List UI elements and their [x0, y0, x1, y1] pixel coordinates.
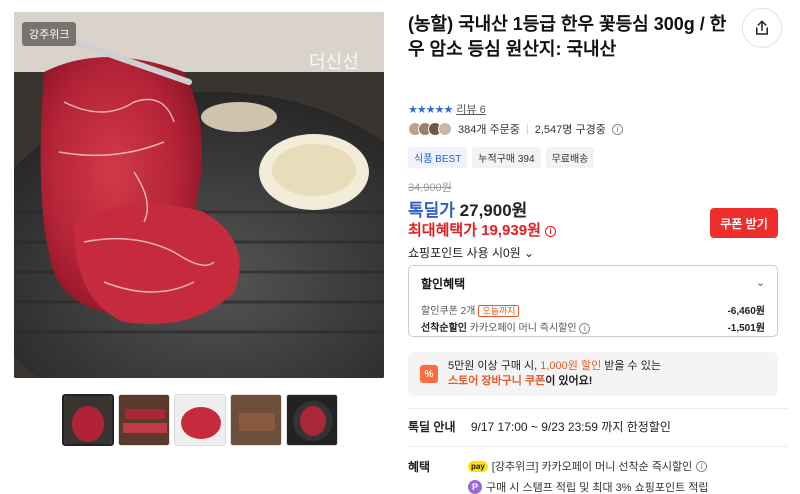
info-icon[interactable]: i	[611, 123, 623, 135]
coupon-button[interactable]: 쿠폰 받기	[710, 208, 778, 238]
benefit-label: 혜택	[408, 460, 431, 474]
rating-row: ★★★★★ 리뷰 6	[408, 101, 486, 117]
viewer-count: 2,547명 구경중	[534, 124, 606, 136]
benefit-kakaopay-text: [강추위크] 카카오페이 머니 선착순 즉시할인	[491, 461, 693, 473]
today-only-tag: 오늘까지	[478, 305, 520, 317]
deal-info-row: 톡딜 안내 9/17 17:00 ~ 9/23 23:59 까지 한정할인	[408, 418, 671, 435]
chip-food-best[interactable]: 식품 BEST	[408, 147, 468, 168]
point-icon: P	[468, 480, 482, 494]
chip-cumulative-purchase: 누적구매 394	[472, 147, 541, 168]
thumbnail-strip	[62, 394, 338, 446]
firstcome-label: 선착순할인	[421, 323, 467, 334]
share-button[interactable]	[742, 8, 782, 48]
chip-row: 식품 BEST 누적구매 394 무료배송	[408, 147, 595, 168]
benefit-point-text: 구매 시 스탬프 적립 및 최대 3% 쇼핑포인트 적립	[486, 482, 709, 494]
info-icon[interactable]: i	[545, 225, 557, 237]
original-price: 34,900원	[408, 182, 452, 194]
buyer-avatars	[408, 122, 452, 136]
thumbnail-3[interactable]	[174, 394, 226, 446]
product-title: (농할) 국내산 1등급 한우 꽃등심 300g / 한우 암소 등심 원산지:…	[408, 14, 727, 59]
main-product-image[interactable]: 더신선 강주위크	[14, 12, 384, 378]
thumbnail-2[interactable]	[118, 394, 170, 446]
info-icon[interactable]: i	[579, 322, 591, 334]
percent-icon: %	[420, 365, 438, 383]
chevron-down-icon: ⌄	[524, 246, 535, 260]
seller-badge: 강주위크	[22, 22, 77, 46]
deal-price: 27,900원	[459, 201, 528, 220]
discount-box[interactable]: 할인혜택 ⌄ 할인쿠폰 2개 오늘까지 -6,460원 선착순할인 카카오페이 머…	[408, 265, 778, 337]
kakaopay-label: 카카오페이 머니 즉시할인	[469, 323, 577, 334]
coupon-discount-value: -6,460원	[727, 306, 765, 317]
benefit-line-point: P 구매 시 스탬프 적립 및 최대 3% 쇼핑포인트 적립	[468, 479, 709, 494]
watermark-text: 더신선	[309, 52, 359, 72]
divider	[408, 408, 788, 409]
info-icon[interactable]: i	[696, 460, 708, 472]
deal-info-period: 9/17 17:00 ~ 9/23 23:59 까지 한정할인	[470, 420, 671, 434]
point-use-label: 쇼핑포인트 사용 시0원	[408, 246, 521, 260]
thumbnail-5[interactable]	[286, 394, 338, 446]
thumbnail-1[interactable]	[62, 394, 114, 446]
stats-row: 384개 주문중 | 2,547명 구경중 i	[408, 121, 623, 137]
review-link[interactable]: 리뷰 6	[456, 101, 485, 117]
chip-free-shipping: 무료배송	[545, 147, 595, 168]
point-use-row[interactable]: 쇼핑포인트 사용 시0원 ⌄	[408, 244, 534, 261]
max-benefit-row: 최대혜택가 19,939원 i	[408, 219, 557, 240]
steak-photo: 더신선	[14, 12, 384, 378]
thumbnail-4[interactable]	[230, 394, 282, 446]
discount-line-firstcome: 선착순할인 카카오페이 머니 즉시할인 i -1,501원	[421, 319, 765, 334]
divider	[408, 446, 788, 447]
firstcome-discount-value: -1,501원	[727, 323, 765, 334]
deal-info-label: 톡딜 안내	[408, 420, 456, 434]
deal-price-row: 톡딜가 27,900원	[408, 196, 527, 221]
separator: |	[525, 123, 529, 135]
banner-text: 5만원 이상 구매 시, 1,000원 할인 받을 수 있는 스토어 장바구니 …	[448, 360, 661, 387]
rating-stars: ★★★★★	[408, 103, 453, 116]
max-benefit-label: 최대혜택가	[408, 222, 478, 239]
order-count: 384개 주문중	[458, 124, 520, 136]
chevron-down-icon: ⌄	[755, 277, 765, 289]
discount-heading: 할인혜택	[421, 277, 466, 291]
share-icon	[756, 20, 768, 35]
deal-price-label: 톡딜가	[408, 201, 455, 220]
coupon-count-label: 할인쿠폰 2개	[421, 306, 476, 317]
benefit-line-kakaopay: pay [강추위크] 카카오페이 머니 선착순 즉시할인 i	[468, 458, 708, 474]
discount-line-coupon: 할인쿠폰 2개 오늘까지 -6,460원	[421, 302, 765, 317]
max-benefit-price: 19,939원	[481, 222, 541, 239]
kakaopay-icon: pay	[468, 460, 488, 472]
store-coupon-banner[interactable]: % 5만원 이상 구매 시, 1,000원 할인 받을 수 있는 스토어 장바구…	[408, 352, 778, 396]
